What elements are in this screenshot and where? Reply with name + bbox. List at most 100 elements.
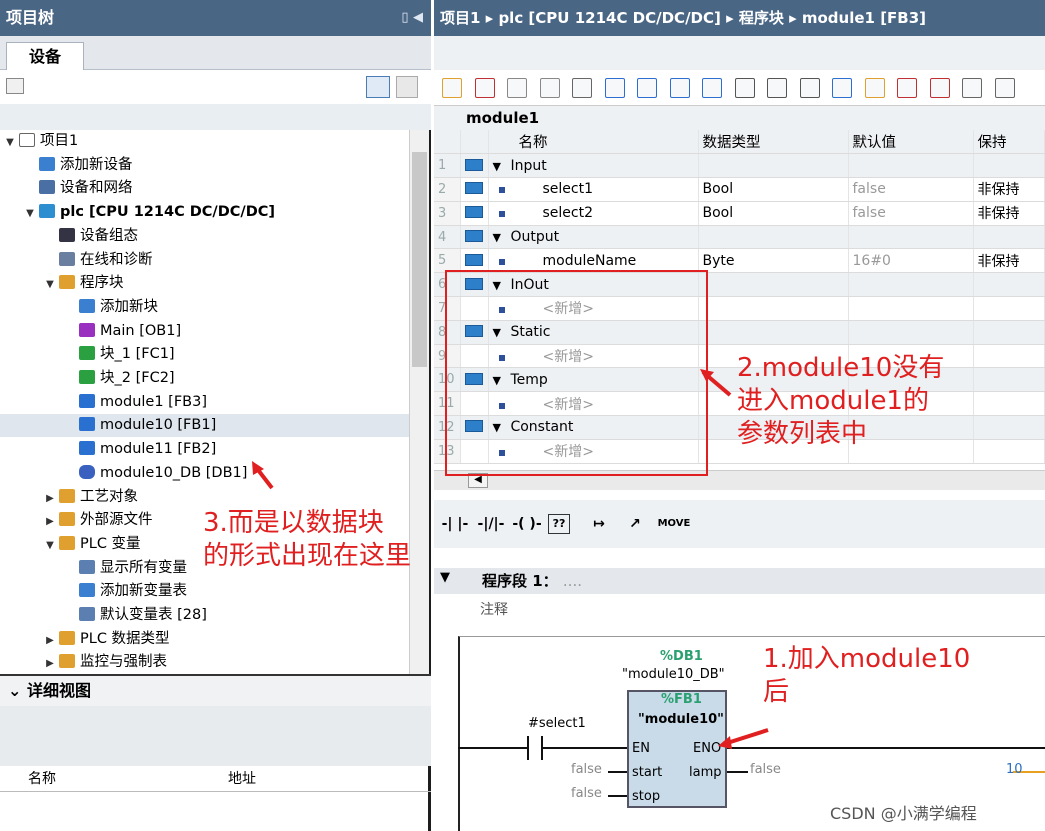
toolbar-button-icon[interactable] <box>799 78 820 98</box>
param-default[interactable]: 16#0 <box>848 248 974 274</box>
tree-item[interactable]: 默认变量表 [28] <box>0 604 409 627</box>
section-toggle-icon[interactable]: ▼ <box>493 231 505 244</box>
toolbar-button-icon[interactable] <box>767 78 787 98</box>
param-datatype[interactable] <box>698 153 849 179</box>
param-default[interactable] <box>848 320 974 345</box>
param-retain[interactable] <box>973 367 1045 393</box>
tree-scrollbar[interactable] <box>409 130 429 674</box>
breadcrumb-item[interactable]: 程序块 <box>739 9 784 27</box>
col-default[interactable]: 默认值 <box>848 130 974 155</box>
toolbar-button-icon[interactable] <box>669 78 690 98</box>
ladder-element-button[interactable]: ↗ <box>620 510 650 538</box>
param-default[interactable] <box>848 153 974 179</box>
lamp-value[interactable]: false <box>750 762 781 777</box>
ladder-element-button[interactable]: -| |- <box>440 510 470 538</box>
tree-item[interactable]: ▼ 项目1 <box>0 130 409 153</box>
param-retain[interactable] <box>973 344 1045 369</box>
expand-toggle-icon[interactable]: ▶ <box>44 652 56 675</box>
param-default[interactable]: false <box>848 177 974 202</box>
toolbar-button-icon[interactable] <box>442 78 462 98</box>
param-default[interactable]: false <box>848 201 974 226</box>
network-header[interactable]: 程序段 1： .... <box>434 568 1045 594</box>
tree-item[interactable]: module10 [FB1] <box>0 414 409 438</box>
toolbar-button-icon[interactable] <box>572 78 592 98</box>
toolbar-button-icon[interactable] <box>864 78 885 98</box>
toolbar-button-icon[interactable] <box>929 78 950 98</box>
toolbar-button-icon[interactable] <box>539 78 560 98</box>
add-icon[interactable] <box>396 76 418 98</box>
toolbar-button-icon[interactable] <box>962 78 982 98</box>
tree-item[interactable]: 添加新块 <box>0 296 409 319</box>
expand-toggle-icon[interactable]: ▼ <box>44 534 56 557</box>
tree-item[interactable]: 添加新变量表 <box>0 580 409 603</box>
tree-item[interactable]: module10_DB [DB1] <box>0 462 409 485</box>
expand-toggle-icon[interactable]: ▼ <box>24 202 36 225</box>
tree-item[interactable]: 在线和诊断 <box>0 249 409 272</box>
param-datatype[interactable]: Bool <box>698 201 849 226</box>
param-default[interactable] <box>848 296 974 321</box>
stop-value[interactable]: false <box>571 786 602 801</box>
tree-item[interactable]: ▼ 程序块 <box>0 272 409 295</box>
toolbar-button-icon[interactable] <box>734 78 755 98</box>
toolbar-button-icon[interactable] <box>637 78 657 98</box>
toolbar-button-icon[interactable] <box>702 78 722 98</box>
tree-item[interactable]: ▶ 工艺对象 <box>0 486 409 509</box>
param-default[interactable] <box>848 225 974 250</box>
param-retain[interactable] <box>973 296 1045 321</box>
param-retain[interactable]: 非保持 <box>973 248 1045 274</box>
tree-item[interactable]: 添加新设备 <box>0 154 409 177</box>
tree-item[interactable]: Main [OB1] <box>0 320 409 343</box>
table-row[interactable]: 1 ▼ Input <box>434 153 1045 179</box>
ladder-element-button[interactable]: ↦ <box>584 510 614 538</box>
ladder-element-button[interactable]: -|/|- <box>476 510 506 538</box>
param-retain[interactable] <box>973 391 1045 417</box>
tree-item[interactable]: ▶ 监控与强制表 <box>0 651 409 674</box>
toolbar-button-icon[interactable] <box>897 78 917 98</box>
breadcrumb-item[interactable]: plc [CPU 1214C DC/DC/DC] <box>498 9 720 27</box>
toolbar-button-icon[interactable] <box>832 78 852 98</box>
param-datatype[interactable] <box>698 225 849 250</box>
start-value[interactable]: false <box>571 762 602 777</box>
toolbar-button-icon[interactable] <box>604 78 625 98</box>
tree-item[interactable]: module1 [FB3] <box>0 391 409 414</box>
overview-icon[interactable] <box>366 76 390 98</box>
collapse-icon[interactable]: ▼ <box>440 570 450 585</box>
param-datatype[interactable]: Byte <box>698 248 849 274</box>
param-datatype[interactable] <box>698 296 849 321</box>
tree-item[interactable]: module11 [FB2] <box>0 438 409 461</box>
param-retain[interactable] <box>973 272 1045 298</box>
toolbar-button-icon[interactable] <box>507 78 527 98</box>
tree-item[interactable]: 块_2 [FC2] <box>0 367 409 390</box>
col-name[interactable]: 名称 <box>488 130 699 155</box>
toolbar-button-icon[interactable] <box>474 78 495 98</box>
expand-toggle-icon[interactable]: ▼ <box>4 131 16 154</box>
table-row[interactable]: 2 select1 Bool false 非保持 <box>434 177 1045 202</box>
param-retain[interactable] <box>973 439 1045 464</box>
param-datatype[interactable] <box>698 272 849 298</box>
expand-toggle-icon[interactable]: ▶ <box>44 629 56 652</box>
expand-toggle-icon[interactable]: ▶ <box>44 510 56 533</box>
param-retain[interactable] <box>973 415 1045 440</box>
col-retain[interactable]: 保持 <box>973 130 1045 155</box>
ladder-element-button[interactable]: ?? <box>548 514 570 534</box>
table-row[interactable]: 4 ▼ Output <box>434 225 1045 250</box>
breadcrumb-item[interactable]: 项目1 <box>440 9 480 27</box>
col-datatype[interactable]: 数据类型 <box>698 130 849 155</box>
ladder-element-button[interactable]: -( )- <box>512 510 542 538</box>
param-datatype[interactable]: Bool <box>698 177 849 202</box>
expand-toggle-icon[interactable]: ▼ <box>44 273 56 296</box>
db-name[interactable]: "module10_DB" <box>622 667 725 682</box>
tree-item[interactable]: 设备组态 <box>0 225 409 248</box>
tree-item[interactable]: 块_1 [FC1] <box>0 343 409 366</box>
tree-item[interactable]: ▼ plc [CPU 1214C DC/DC/DC] <box>0 201 409 224</box>
properties-icon[interactable] <box>6 78 24 94</box>
param-retain[interactable] <box>973 153 1045 179</box>
tab-devices[interactable]: 设备 <box>6 42 84 70</box>
param-retain[interactable]: 非保持 <box>973 201 1045 226</box>
expand-toggle-icon[interactable]: ▶ <box>44 487 56 510</box>
ladder-element-button[interactable]: MOVE <box>656 510 692 538</box>
toolbar-button-icon[interactable] <box>994 78 1015 98</box>
detail-view-header[interactable]: ⌄ 详细视图 <box>0 674 431 706</box>
scroll-thumb[interactable] <box>412 152 427 367</box>
contact-label[interactable]: #select1 <box>528 716 586 731</box>
